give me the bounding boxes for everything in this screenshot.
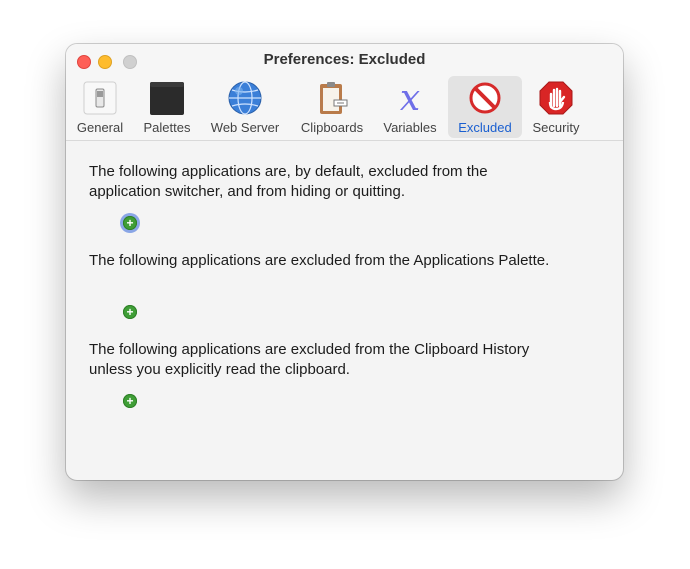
tab-label: Clipboards (300, 120, 364, 135)
tab-variables[interactable]: x Variables (378, 76, 442, 138)
tab-label: Excluded (458, 120, 512, 135)
preferences-window: Preferences: Excluded General Palettes W… (66, 44, 623, 480)
excluded-pane: The following applications are, by defau… (66, 141, 623, 480)
section-text-clipboard-excluded: The following applications are excluded … (89, 340, 609, 380)
tab-clipboards[interactable]: Clipboards (294, 76, 370, 138)
text-line: application switcher, and from hiding or… (89, 183, 406, 200)
variable-x-icon: x (400, 80, 420, 116)
add-clipboard-excluded-app-button[interactable]: + (123, 394, 137, 408)
add-palette-excluded-app-button[interactable]: + (123, 305, 137, 319)
tab-label: Palettes (143, 120, 191, 135)
svg-text:x: x (400, 80, 420, 116)
tab-label: General (76, 120, 124, 135)
text-line: unless you explicitly read the clipboard… (89, 361, 350, 378)
text-line: The following applications are excluded … (89, 341, 530, 358)
section-text-default-excluded: The following applications are, by defau… (89, 162, 609, 202)
palette-icon (150, 82, 184, 115)
tab-excluded[interactable]: Excluded (448, 76, 522, 138)
clipboard-icon (320, 82, 348, 114)
tab-general[interactable]: General (72, 76, 128, 138)
globe-icon (228, 81, 262, 115)
tab-label: Web Server (210, 120, 280, 135)
no-entry-icon (469, 82, 501, 114)
add-default-excluded-app-button[interactable]: + (123, 216, 137, 230)
toolbar: Preferences: Excluded General Palettes W… (66, 44, 623, 141)
tab-palettes[interactable]: Palettes (138, 76, 196, 138)
tab-label: Variables (383, 120, 437, 135)
window-title: Preferences: Excluded (263, 51, 426, 68)
stop-hand-icon (539, 81, 573, 115)
tab-security[interactable]: Security (524, 76, 588, 138)
tab-label: Security (532, 120, 580, 135)
section-text-palette-excluded: The following applications are excluded … (89, 251, 609, 271)
text-line: The following applications are excluded … (89, 252, 550, 269)
tab-web-server[interactable]: Web Server (206, 76, 284, 138)
switch-icon (83, 81, 117, 115)
text-line: The following applications are, by defau… (89, 163, 488, 180)
